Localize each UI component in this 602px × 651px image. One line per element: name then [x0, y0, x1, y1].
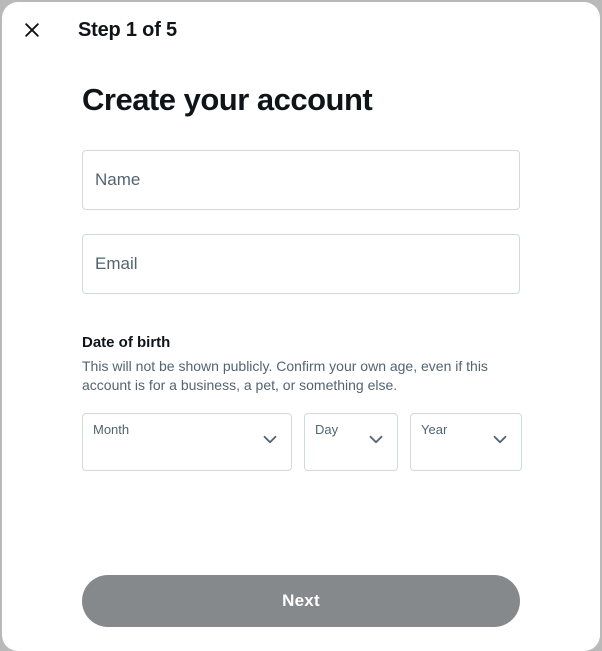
dob-description: This will not be shown publicly. Confirm…: [82, 357, 520, 395]
chevron-down-icon: [365, 428, 387, 455]
next-button[interactable]: Next: [82, 575, 520, 627]
name-field[interactable]: Name: [82, 150, 520, 210]
step-indicator: Step 1 of 5: [78, 19, 177, 42]
chevron-down-icon: [489, 428, 511, 455]
email-field[interactable]: Email: [82, 234, 520, 294]
modal-content: Create your account Name Email Date of b…: [2, 58, 600, 575]
day-select[interactable]: Day: [304, 413, 398, 471]
month-label: Month: [93, 422, 281, 437]
dob-row: Month Day Year: [82, 413, 520, 471]
dob-title: Date of birth: [82, 334, 520, 351]
month-select[interactable]: Month: [82, 413, 292, 471]
close-icon[interactable]: [22, 20, 42, 40]
chevron-down-icon: [259, 428, 281, 455]
modal-header: Step 1 of 5: [2, 2, 600, 58]
page-title: Create your account: [82, 82, 520, 118]
year-select[interactable]: Year: [410, 413, 522, 471]
name-placeholder: Name: [95, 170, 140, 190]
signup-modal: Step 1 of 5 Create your account Name Ema…: [2, 2, 600, 651]
email-placeholder: Email: [95, 254, 138, 274]
modal-footer: Next: [2, 575, 600, 651]
